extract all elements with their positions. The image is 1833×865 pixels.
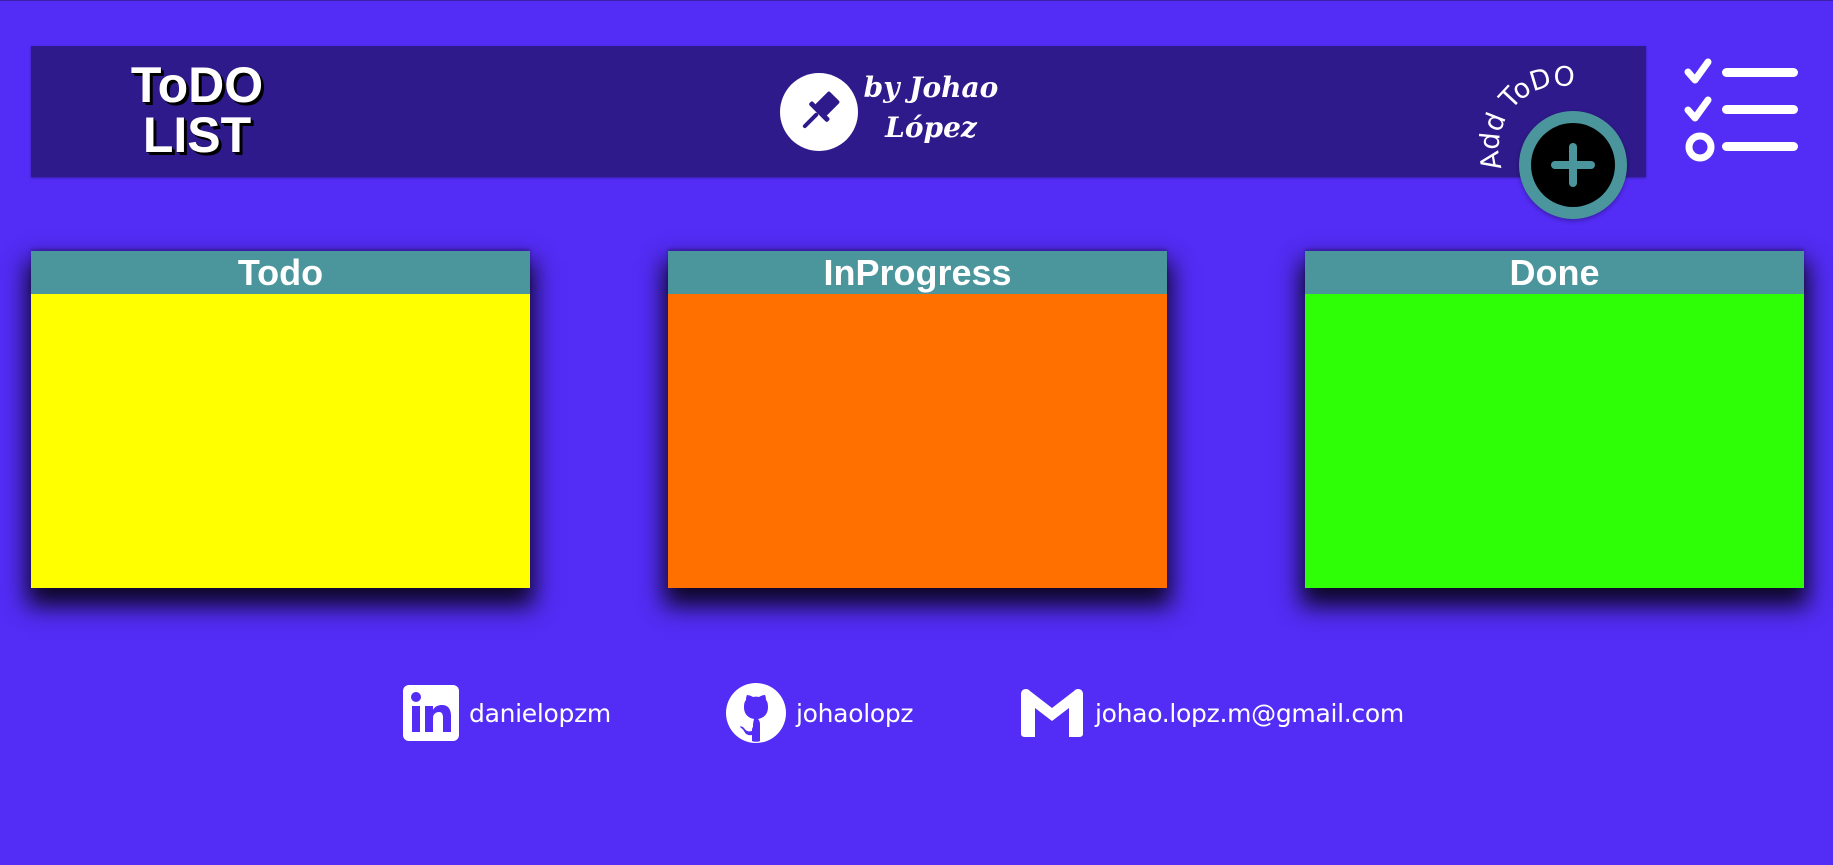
linkedin-link[interactable]: danielopzm: [403, 683, 611, 743]
github-link[interactable]: johaolopz: [726, 683, 914, 743]
column-dropzone[interactable]: [668, 294, 1167, 588]
column-title: InProgress: [668, 251, 1167, 294]
pushpin-icon: [780, 73, 858, 151]
email-link[interactable]: johao.lopz.m@gmail.com: [1019, 683, 1404, 743]
logo-line-2: LIST: [142, 107, 252, 163]
author-line-2: López: [885, 111, 977, 144]
column-title: Todo: [31, 251, 530, 294]
add-button-core: [1531, 123, 1615, 207]
email-address: johao.lopz.m@gmail.com: [1095, 698, 1404, 728]
author-credit: by Johao López: [851, 68, 1011, 148]
linkedin-handle: danielopzm: [469, 698, 611, 728]
author-line-1: by Johao: [863, 71, 999, 104]
plus-icon: [1551, 143, 1595, 187]
column-title: Done: [1305, 251, 1804, 294]
logo-line-1: ToDO: [130, 57, 264, 113]
column-todo[interactable]: Todo: [31, 251, 530, 588]
linkedin-icon: [403, 685, 459, 741]
top-border: [0, 0, 1833, 1]
add-todo-control[interactable]: Add ToDO: [1474, 61, 1640, 228]
github-handle: johaolopz: [796, 698, 914, 728]
add-todo-button[interactable]: [1519, 111, 1627, 219]
app-logo: ToDO LIST: [97, 60, 297, 160]
header-bar: ToDO LIST by Johao López: [31, 46, 1646, 177]
github-icon: [726, 683, 786, 743]
column-dropzone[interactable]: [1305, 294, 1804, 588]
column-dropzone[interactable]: [31, 294, 530, 588]
column-inprogress[interactable]: InProgress: [668, 251, 1167, 588]
gmail-icon: [1021, 689, 1083, 737]
column-done[interactable]: Done: [1305, 251, 1804, 588]
checklist-menu-icon[interactable]: [1684, 58, 1802, 164]
